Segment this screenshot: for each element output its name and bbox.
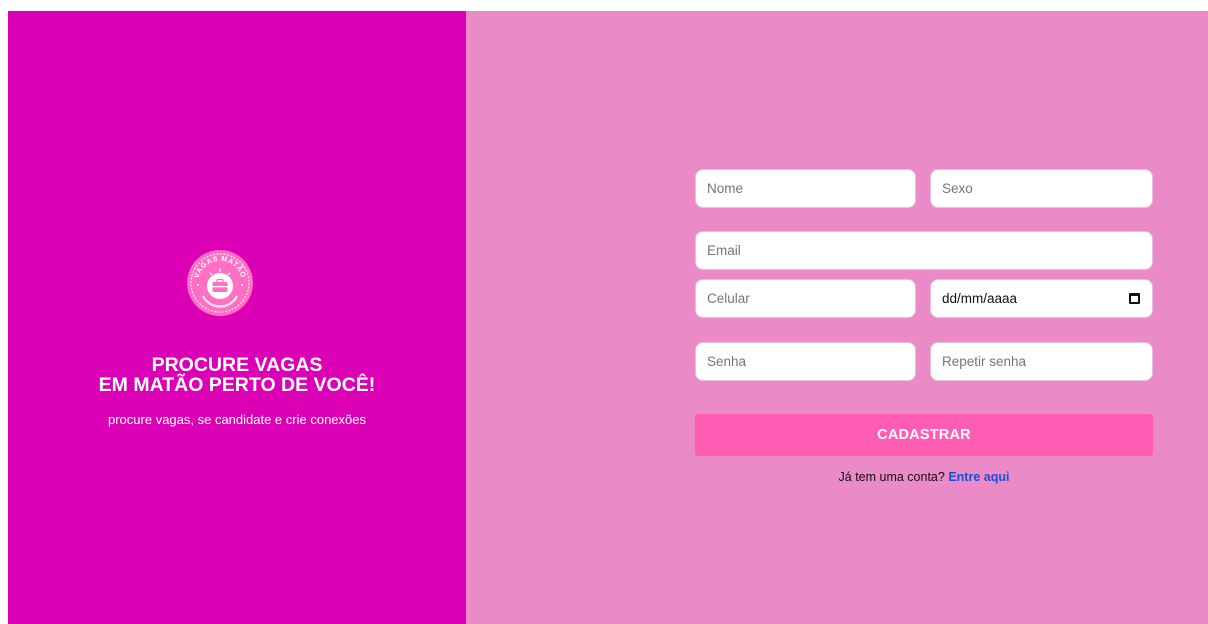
brand-panel: VAGAS MATÃO PROCURE VAGAS EM MATÃO PERTO… [8, 11, 466, 624]
birthdate-value: dd/mm/aaaa [942, 291, 1018, 306]
page-subtitle: procure vagas, se candidate e crie conex… [108, 412, 366, 427]
senha-placeholder: Senha [707, 354, 747, 369]
login-prompt-line: Já tem uma conta? Entre aqui [695, 470, 1153, 484]
senha-input[interactable]: Senha [695, 342, 916, 381]
login-prompt: Já tem uma conta? [838, 470, 945, 484]
email-placeholder: Email [707, 243, 741, 258]
nome-input[interactable]: Nome [695, 169, 916, 208]
sexo-placeholder: Sexo [942, 181, 973, 196]
login-link[interactable]: Entre aqui [948, 470, 1009, 484]
page-headline: PROCURE VAGAS EM MATÃO PERTO DE VOCÊ! [8, 355, 466, 395]
nome-placeholder: Nome [707, 181, 744, 196]
sexo-input[interactable]: Sexo [930, 169, 1153, 208]
repetir-senha-placeholder: Repetir senha [942, 354, 1027, 369]
calendar-icon[interactable] [1129, 293, 1140, 304]
vagas-matao-logo: VAGAS MATÃO [187, 250, 253, 316]
birthdate-input[interactable]: dd/mm/aaaa [930, 279, 1153, 318]
celular-input[interactable]: Celular [695, 279, 916, 318]
celular-placeholder: Celular [707, 291, 750, 306]
cadastrar-button[interactable]: CADASTRAR [695, 414, 1153, 456]
email-input[interactable]: Email [695, 231, 1153, 270]
repetir-senha-input[interactable]: Repetir senha [930, 342, 1153, 381]
signup-page: VAGAS MATÃO PROCURE VAGAS EM MATÃO PERTO… [8, 11, 1208, 624]
headline-line-2: EM MATÃO PERTO DE VOCÊ! [98, 374, 376, 396]
form-panel: Nome Sexo Email Celular dd/mm/aaaa Senha… [466, 11, 1208, 624]
headline-line-1: PROCURE VAGAS [151, 354, 323, 376]
